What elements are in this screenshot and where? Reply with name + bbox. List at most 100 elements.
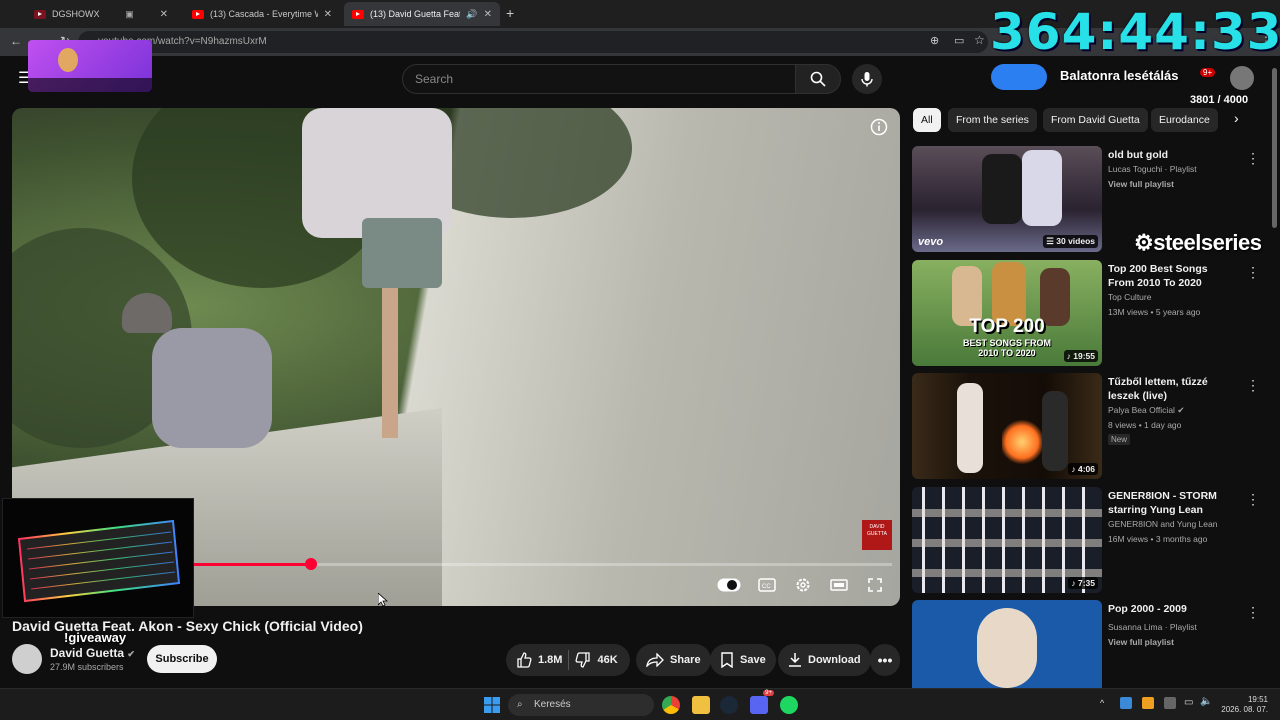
captions-icon[interactable]: CC bbox=[756, 574, 778, 596]
person-leg bbox=[382, 288, 398, 438]
account-avatar[interactable] bbox=[1230, 66, 1254, 90]
speaker-icon[interactable]: 🔊 bbox=[466, 9, 477, 20]
chevron-up-icon[interactable]: ^ bbox=[1100, 698, 1104, 708]
info-icon[interactable] bbox=[870, 118, 888, 141]
recommendation-title[interactable]: Tűzből lettem, tűzzé leszek (live) bbox=[1108, 375, 1236, 403]
vevo-logo: vevo bbox=[918, 236, 944, 248]
discord-icon[interactable]: 9+ bbox=[750, 690, 774, 714]
taskbar-search[interactable]: ⌕ Keresés bbox=[508, 694, 654, 716]
more-actions-button[interactable]: ••• bbox=[870, 644, 900, 676]
verified-icon: ✔ bbox=[1177, 405, 1185, 415]
thumbs-up-icon bbox=[517, 652, 532, 668]
recommendation-channel[interactable]: Top Culture bbox=[1108, 292, 1151, 302]
recommendation-meta: 13M views • 5 years ago bbox=[1108, 307, 1201, 317]
recommendation-item[interactable]: TOP 200 BEST SONGS FROM 2010 TO 2020 ♪ 1… bbox=[912, 260, 1262, 368]
view-full-playlist-link[interactable]: View full playlist bbox=[1108, 637, 1174, 647]
recommendation-item[interactable]: ♪ 4:06 Tűzből lettem, tűzzé leszek (live… bbox=[912, 373, 1262, 481]
volume-icon[interactable]: 🔈 bbox=[1200, 696, 1212, 707]
recommendation-channel[interactable]: Susanna Lima · Playlist bbox=[1108, 622, 1197, 632]
address-bar[interactable]: youtube.com/watch?v=N9hazmsUxrM bbox=[78, 31, 988, 53]
save-button[interactable]: Save bbox=[710, 644, 776, 676]
chevron-right-icon[interactable]: › bbox=[1234, 110, 1239, 126]
chip-eurodance[interactable]: Eurodance bbox=[1151, 108, 1218, 132]
like-button[interactable]: 1.8M bbox=[516, 652, 562, 668]
tab-david-guetta[interactable]: (13) David Guetta Feat. Ako 🔊 ✕ bbox=[344, 2, 500, 26]
channel-avatar[interactable] bbox=[12, 644, 42, 674]
more-vertical-icon[interactable]: ⋮ bbox=[1246, 491, 1260, 508]
new-tab-button[interactable]: + bbox=[506, 5, 514, 21]
video-thumbnail[interactable]: vevo ☰ 30 videos bbox=[912, 146, 1102, 252]
download-label: Download bbox=[808, 654, 861, 666]
progress-bar[interactable] bbox=[192, 558, 892, 570]
recommendation-title[interactable]: Pop 2000 - 2009 bbox=[1108, 602, 1236, 616]
system-clock[interactable]: 19:51 2026. 08. 07. bbox=[1220, 695, 1268, 715]
more-vertical-icon[interactable]: ⋮ bbox=[1246, 377, 1260, 394]
recommendation-channel[interactable]: GENER8ION and Yung Lean bbox=[1108, 519, 1217, 529]
recommendation-title[interactable]: Top 200 Best Songs From 2010 To 2020 bbox=[1108, 262, 1236, 290]
video-thumbnail[interactable] bbox=[912, 600, 1102, 688]
search-button[interactable] bbox=[795, 64, 841, 94]
recommendation-item[interactable]: Pop 2000 - 2009 Susanna Lima · Playlist … bbox=[912, 600, 1262, 688]
bookmark-star-icon[interactable]: ☆ bbox=[974, 33, 985, 47]
windows-start-icon[interactable] bbox=[484, 697, 500, 718]
steam-icon[interactable] bbox=[720, 696, 738, 714]
chip-from-the-series[interactable]: From the series bbox=[948, 108, 1037, 132]
tray-steam-icon[interactable] bbox=[1120, 697, 1132, 709]
file-explorer-icon[interactable] bbox=[692, 696, 710, 714]
dislike-button[interactable]: 46K bbox=[575, 652, 618, 668]
recommendation-title[interactable]: GENER8ION - STORM starring Yung Lean bbox=[1108, 489, 1236, 517]
thumbnail-subheadline: BEST SONGS FROM 2010 TO 2020 bbox=[962, 338, 1051, 358]
tab-cascada[interactable]: (13) Cascada - Everytime We To ✕ bbox=[184, 2, 340, 26]
close-icon[interactable]: ✕ bbox=[324, 9, 332, 20]
recommendation-title[interactable]: old but gold bbox=[1108, 148, 1236, 162]
streamer-logo-overlay bbox=[28, 40, 152, 92]
view-full-playlist-link[interactable]: View full playlist bbox=[1108, 179, 1174, 189]
recommendation-channel[interactable]: Lucas Toguchi · Playlist bbox=[1108, 164, 1197, 174]
create-button[interactable] bbox=[991, 64, 1047, 90]
theater-mode-icon[interactable] bbox=[828, 574, 850, 596]
settings-gear-icon[interactable] bbox=[792, 574, 814, 596]
video-thumbnail[interactable]: ♪ 7:35 bbox=[912, 487, 1102, 593]
video-thumbnail[interactable]: TOP 200 BEST SONGS FROM 2010 TO 2020 ♪ 1… bbox=[912, 260, 1102, 366]
tray-discord-icon[interactable] bbox=[1164, 697, 1176, 709]
tray-folder-icon[interactable] bbox=[1142, 697, 1154, 709]
download-button[interactable]: Download bbox=[778, 644, 871, 676]
channel-watermark[interactable]: DAVID GUETTA bbox=[862, 520, 892, 550]
progress-scrubber[interactable] bbox=[305, 558, 317, 570]
more-vertical-icon[interactable]: ⋮ bbox=[1246, 264, 1260, 281]
zoom-icon[interactable]: ⊕ bbox=[930, 34, 939, 47]
close-icon[interactable]: ✕ bbox=[484, 9, 492, 20]
tab-favicon bbox=[34, 9, 46, 19]
youtube-favicon-icon bbox=[352, 9, 364, 19]
progress-fill bbox=[192, 563, 311, 566]
cast-icon[interactable]: ▭ bbox=[954, 34, 964, 47]
spotify-icon[interactable] bbox=[780, 696, 798, 714]
person-figure bbox=[152, 328, 272, 448]
autoplay-toggle[interactable] bbox=[716, 574, 742, 596]
chip-all[interactable]: All bbox=[913, 108, 941, 132]
chrome-icon[interactable] bbox=[662, 696, 680, 714]
fullscreen-icon[interactable] bbox=[864, 574, 886, 596]
back-arrow-icon[interactable]: ← bbox=[10, 34, 22, 48]
recommendation-channel[interactable]: Palya Bea Official ✔ bbox=[1108, 405, 1184, 416]
tab-dgshowx[interactable]: DGSHOWX ▣ ✕ bbox=[26, 2, 176, 26]
more-vertical-icon[interactable]: ⋮ bbox=[1246, 604, 1260, 621]
video-thumbnail[interactable]: ♪ 4:06 bbox=[912, 373, 1102, 479]
windows-taskbar: ⌕ Keresés 9+ ^ ▭ 🔈 19:51 2026. 08. 07. bbox=[0, 688, 1280, 720]
network-icon[interactable]: ▭ bbox=[1184, 697, 1193, 708]
voice-search-button[interactable] bbox=[852, 64, 882, 94]
share-button[interactable]: Share bbox=[636, 644, 711, 676]
page-scrollbar[interactable] bbox=[1272, 68, 1277, 228]
channel-name[interactable]: David Guetta ✔ bbox=[50, 646, 135, 660]
download-icon bbox=[789, 653, 801, 667]
tab-window-icon: ▣ bbox=[125, 8, 134, 19]
share-label: Share bbox=[670, 654, 701, 666]
close-icon[interactable]: ✕ bbox=[160, 9, 168, 20]
chip-from-david-guetta[interactable]: From David Guetta bbox=[1043, 108, 1148, 132]
more-vertical-icon[interactable]: ⋮ bbox=[1246, 150, 1260, 167]
search-input[interactable]: Search bbox=[402, 64, 796, 94]
steelseries-logo: ⚙steelseries bbox=[1134, 230, 1262, 255]
subscribe-button[interactable]: Subscribe bbox=[147, 645, 217, 673]
stream-timer: 364:44:33 bbox=[990, 3, 1280, 61]
recommendation-item[interactable]: ♪ 7:35 GENER8ION - STORM starring Yung L… bbox=[912, 487, 1262, 595]
